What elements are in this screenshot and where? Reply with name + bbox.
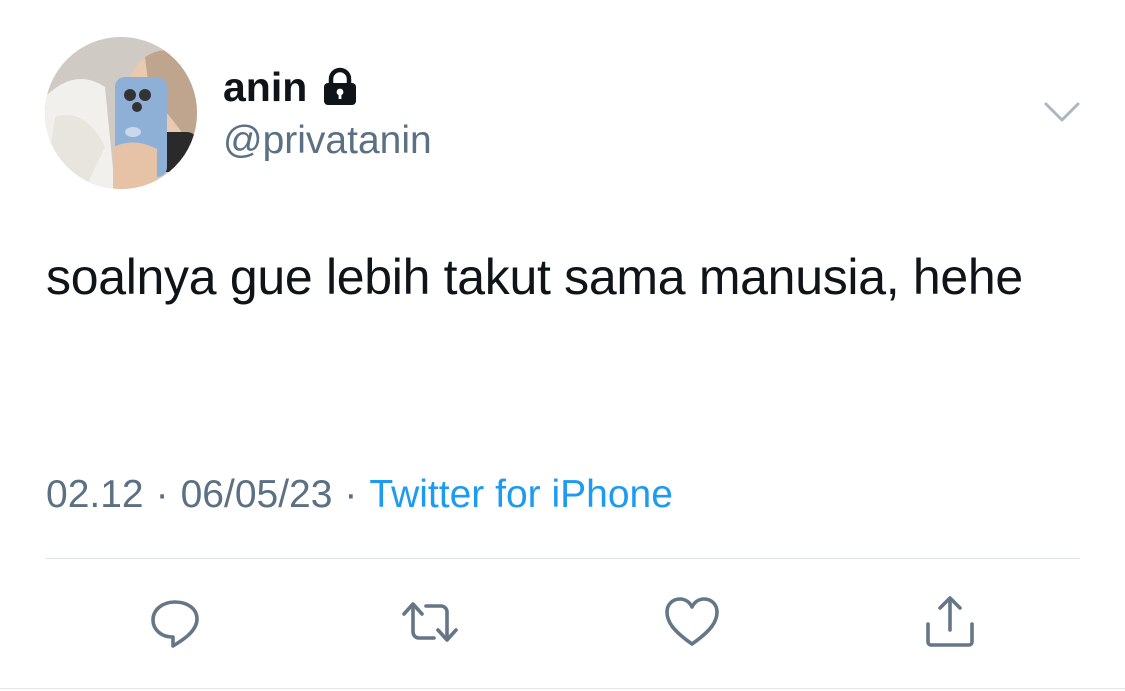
- display-name[interactable]: anin: [223, 62, 307, 112]
- reply-icon: [151, 600, 199, 648]
- share-button[interactable]: [920, 592, 980, 652]
- avatar[interactable]: [45, 37, 197, 189]
- display-name-row[interactable]: anin: [223, 62, 361, 112]
- bottom-divider: [0, 688, 1125, 689]
- chevron-down-icon[interactable]: [1042, 98, 1082, 126]
- reply-button[interactable]: [145, 592, 205, 652]
- meta-separator: ·: [344, 473, 358, 516]
- lock-icon: [319, 66, 361, 108]
- tweet-time: 02.12: [46, 473, 144, 516]
- tweet-source-link[interactable]: Twitter for iPhone: [369, 473, 672, 516]
- divider: [46, 558, 1080, 559]
- share-icon: [926, 596, 974, 647]
- like-button[interactable]: [662, 592, 722, 652]
- retweet-icon: [402, 602, 458, 642]
- tweet-meta: 02.12 · 06/05/23 · Twitter for iPhone: [46, 470, 673, 520]
- retweet-button[interactable]: [400, 592, 460, 652]
- meta-separator: ·: [155, 473, 169, 516]
- tweet-text: soalnya gue lebih takut sama manusia, he…: [46, 249, 1023, 305]
- avatar-image: [45, 37, 197, 189]
- tweet-date: 06/05/23: [180, 473, 333, 516]
- user-handle[interactable]: @privatanin: [223, 116, 432, 166]
- heart-icon: [665, 597, 719, 646]
